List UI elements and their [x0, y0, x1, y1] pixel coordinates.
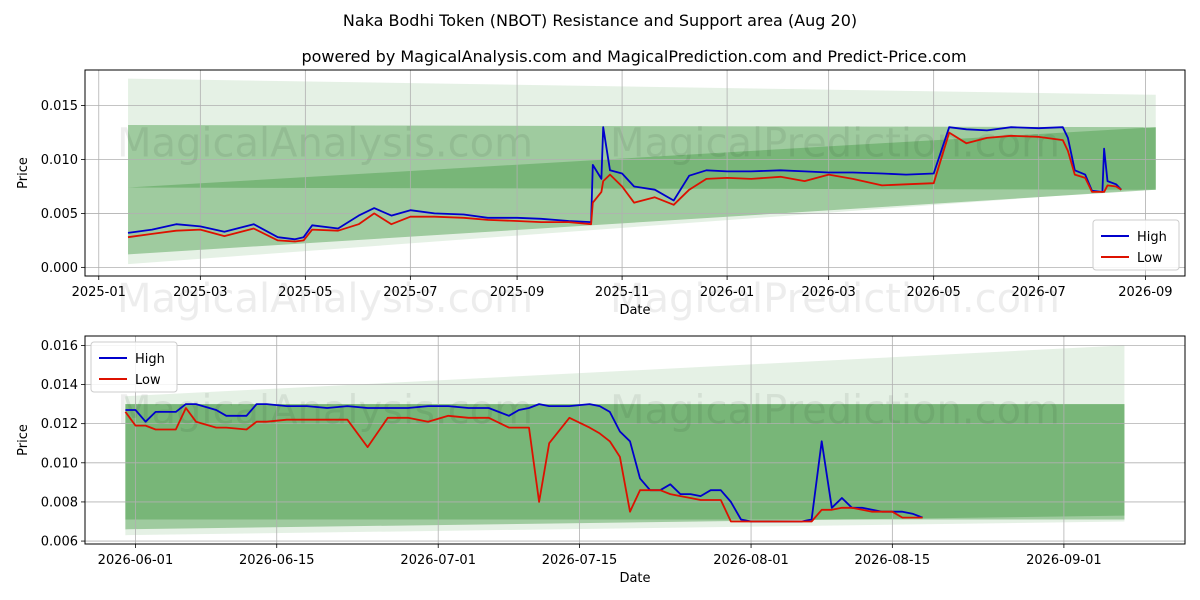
y-tick-label: 0.010: [41, 153, 78, 168]
x-tick-label: 2026-08-15: [855, 553, 931, 568]
x-tick-label: 2026-06-01: [98, 553, 174, 568]
watermark-analysis: MagicalAnalysis.com: [117, 276, 533, 322]
watermark-analysis: MagicalAnalysis.com: [117, 121, 533, 167]
chart-1: 2025-01 2025-03 2025-05 2025-07 2025-09 2025-…: [16, 69, 1186, 322]
watermark-analysis: MagicalAnalysis.com: [117, 387, 533, 433]
legend-label-low: Low: [135, 373, 161, 388]
y-tick-label: 0.016: [41, 339, 78, 354]
y-tick-label: 0.012: [41, 417, 78, 432]
y-tick-label: 0.008: [41, 495, 78, 510]
x-tick-label: 2026-09-01: [1026, 553, 1102, 568]
x-tick-label: 2026-09: [1118, 285, 1172, 300]
y-tick-label: 0.005: [41, 207, 78, 222]
chart-2: 2026-06-01 2026-06-15 2026-07-01 2026-07-15…: [16, 335, 1186, 586]
chart-title: Naka Bodhi Token (NBOT) Resistance and S…: [343, 11, 857, 30]
x-tick-label: 2026-08-01: [713, 553, 789, 568]
watermark-prediction: MagicalPrediction.com: [610, 387, 1060, 433]
x-axis-label: Date: [619, 303, 650, 318]
y-tick-label: 0.000: [41, 261, 78, 276]
legend: High Low: [90, 341, 178, 393]
legend-label-high: High: [135, 352, 165, 367]
legend-box: [90, 341, 178, 393]
y-axis-label: Price: [16, 424, 31, 456]
legend-box: [1092, 219, 1180, 271]
chart-subtitle: powered by MagicalAnalysis.com and Magic…: [301, 47, 966, 66]
legend: High Low: [1092, 219, 1180, 271]
legend-label-high: High: [1137, 230, 1167, 245]
watermark-prediction: MagicalPrediction.com: [610, 276, 1060, 322]
x-tick-label: 2026-06-15: [239, 553, 315, 568]
y-tick-label: 0.015: [41, 99, 78, 114]
y-tick-label: 0.006: [41, 535, 78, 550]
legend-label-low: Low: [1137, 251, 1163, 266]
x-axis-label: Date: [619, 571, 650, 586]
x-tick-label: 2026-07-15: [542, 553, 618, 568]
y-tick-label: 0.010: [41, 456, 78, 471]
y-tick-label: 0.014: [41, 378, 78, 393]
y-axis-label: Price: [16, 157, 31, 189]
watermark-prediction: MagicalPrediction.com: [610, 121, 1060, 167]
x-tick-label: 2026-07-01: [400, 553, 476, 568]
figure: Naka Bodhi Token (NBOT) Resistance and S…: [16, 11, 1186, 586]
